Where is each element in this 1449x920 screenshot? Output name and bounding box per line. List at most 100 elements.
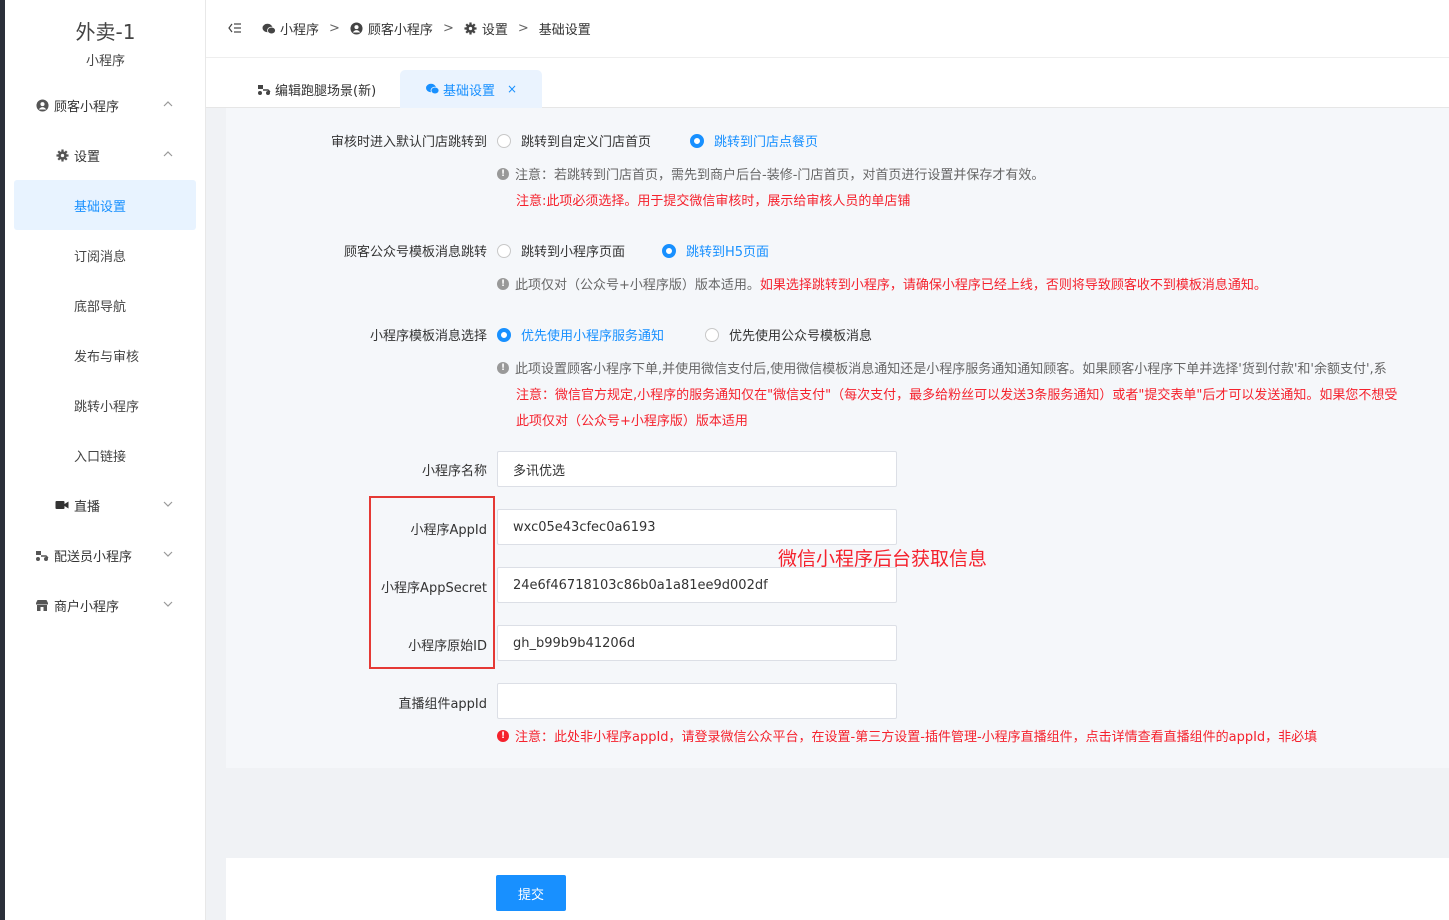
chevron-down-icon [162,598,176,612]
live-appid-label: 直播组件appId [398,697,487,712]
video-camera-icon [55,498,69,512]
radio-prefer-official-template[interactable]: 优先使用公众号模板消息 [705,325,872,344]
user-circle-icon [350,22,364,36]
breadcrumb-item[interactable]: 顾客小程序 [368,19,433,38]
sidebar-item-bottom-nav[interactable]: 底部导航 [5,294,206,316]
tabs-bar: 编辑跑腿场景(新) 基础设置 × [206,58,1449,108]
radio-jump-miniapp-page[interactable]: 跳转到小程序页面 [497,241,625,260]
info-icon: ! [497,361,509,374]
gear-icon [464,22,478,36]
miniapp-name-input[interactable] [497,451,897,487]
appid-input[interactable] [497,509,897,545]
info-icon: ! [497,167,509,180]
chevron-up-icon [162,148,176,162]
template-jump-note: ! 此项仅对（公众号+小程序版）版本适用。 如果选择跳转到小程序，请确保小程序已… [497,274,1267,293]
sidebar-item-settings[interactable]: 设置 [5,144,206,166]
breadcrumb-item[interactable]: 小程序 [280,19,319,38]
tab-label: 基础设置 [443,83,496,99]
chevron-up-icon [162,98,176,112]
review-jump-label: 审核时进入默认门店跳转到 [330,135,487,150]
radio-dot [497,243,511,258]
sidebar-item-publish-review[interactable]: 发布与审核 [5,344,206,366]
breadcrumb: 小程序 > 顾客小程序 > 设置 > 基础设置 [262,19,591,38]
collapse-menu-icon[interactable] [228,22,242,36]
template-choice-warning-2: 此项仅对（公众号+小程序版）版本适用 [516,414,748,429]
sidebar-item-subscription-msg[interactable]: 订阅消息 [5,244,206,266]
note-text: 注意：若跳转到门店首页，需先到商户后台-装修-门店首页，对首页进行设置并保存才有… [515,168,1045,183]
note-text: 此项仅对（公众号+小程序版）版本适用。 [515,278,760,293]
sidebar-item-basic-settings[interactable]: 基础设置 [5,194,206,216]
sidebar-item-label: 配送员小程序 [54,549,133,565]
miniapp-name-label: 小程序名称 [421,464,487,479]
submit-button[interactable]: 提交 [496,875,566,911]
brand-title: 外卖-1 [75,20,136,44]
sidebar-item-jump-miniapp[interactable]: 跳转小程序 [5,394,206,416]
radio-dot [497,133,511,148]
delivery-scooter-icon [35,548,49,562]
appsecret-input[interactable] [497,567,897,603]
template-choice-label: 小程序模板消息选择 [369,329,487,344]
breadcrumb-separator: > [442,21,454,36]
sidebar-item-merchant-miniapp[interactable]: 商户小程序 [5,594,206,616]
tab-edit-errand-scene[interactable]: 编辑跑腿场景(新) [256,70,376,108]
annotation-highlight-box [369,496,495,669]
sidebar-item-label: 顾客小程序 [54,99,120,115]
note-text: 此项设置顾客小程序下单,并使用微信支付后,使用微信模板消息通知还是小程序服务通知… [515,362,1387,377]
breadcrumb-separator: > [517,21,529,36]
sidebar-item-label: 设置 [74,149,101,165]
live-appid-input[interactable] [497,683,897,719]
template-jump-label: 顾客公众号模板消息跳转 [343,245,487,260]
sidebar-item-label: 底部导航 [74,299,127,315]
live-appid-error: ! 注意：此处非小程序appId，请登录微信公众平台，在设置-第三方设置-插件管… [497,726,1317,745]
radio-dot [705,327,719,342]
radio-label: 跳转到自定义门店首页 [521,135,652,150]
radio-label: 优先使用小程序服务通知 [521,329,665,344]
radio-label: 跳转到门店点餐页 [714,135,819,150]
sidebar-item-label: 直播 [74,499,101,515]
shop-icon [35,598,49,612]
radio-store-order-page[interactable]: 跳转到门店点餐页 [690,131,818,150]
radio-label: 优先使用公众号模板消息 [729,329,873,344]
radio-dot [690,133,704,148]
radio-prefer-service-notice[interactable]: 优先使用小程序服务通知 [497,325,664,344]
sidebar-item-entry-links[interactable]: 入口链接 [5,444,206,466]
wechat-icon [424,82,440,96]
info-icon: ! [497,277,509,290]
sidebar: 外卖-1 小程序 顾客小程序 设置 基础设置 订阅消息 底部导航 发布与审核 跳… [5,0,206,920]
sidebar-item-live[interactable]: 直播 [5,494,206,516]
gear-icon [55,148,69,162]
review-jump-warning: 注意:此项必须选择。用于提交微信审核时，展示给审核人员的单店铺 [516,194,911,209]
error-text: 注意：此处非小程序appId，请登录微信公众平台，在设置-第三方设置-插件管理-… [515,730,1318,745]
sidebar-item-courier-miniapp[interactable]: 配送员小程序 [5,544,206,566]
top-bar: 小程序 > 顾客小程序 > 设置 > 基础设置 [206,0,1449,58]
chevron-down-icon [162,548,176,562]
template-choice-warning: 注意：微信官方规定,小程序的服务通知仅在"微信支付"（每次支付，最多给粉丝可以发… [516,388,1398,403]
tab-basic-settings[interactable]: 基础设置 × [400,70,542,108]
origin-id-input[interactable] [497,625,897,661]
delivery-scooter-icon [256,82,272,96]
tab-label: 编辑跑腿场景(新) [275,83,377,99]
breadcrumb-item[interactable]: 设置 [482,19,508,38]
chevron-down-icon [162,498,176,512]
radio-label: 跳转到H5页面 [686,245,770,260]
radio-custom-store-home[interactable]: 跳转到自定义门店首页 [497,131,651,150]
radio-dot [662,243,676,258]
sidebar-item-label: 发布与审核 [74,349,140,365]
brand-subtitle: 小程序 [85,54,125,69]
annotation-text: 微信小程序后台获取信息 [778,548,988,570]
sidebar-item-label: 入口链接 [74,449,127,465]
user-circle-icon [35,98,49,112]
review-jump-note: ! 注意：若跳转到门店首页，需先到商户后台-装修-门店首页，对首页进行设置并保存… [497,164,1044,183]
close-icon[interactable]: × [507,82,517,96]
sidebar-item-label: 订阅消息 [74,249,127,265]
radio-dot [497,327,511,342]
sidebar-item-customer-miniapp[interactable]: 顾客小程序 [5,94,206,116]
sidebar-item-label: 商户小程序 [54,599,120,615]
radio-jump-h5-page[interactable]: 跳转到H5页面 [662,241,769,260]
breadcrumb-item-current: 基础设置 [538,23,591,38]
error-icon: ! [497,729,509,742]
wechat-icon [262,22,276,36]
template-choice-note: ! 此项设置顾客小程序下单,并使用微信支付后,使用微信模板消息通知还是小程序服务… [497,358,1449,377]
breadcrumb-separator: > [329,21,340,36]
note-text-red: 如果选择跳转到小程序，请确保小程序已经上线，否则将导致顾客收不到模板消息通知。 [759,278,1267,293]
